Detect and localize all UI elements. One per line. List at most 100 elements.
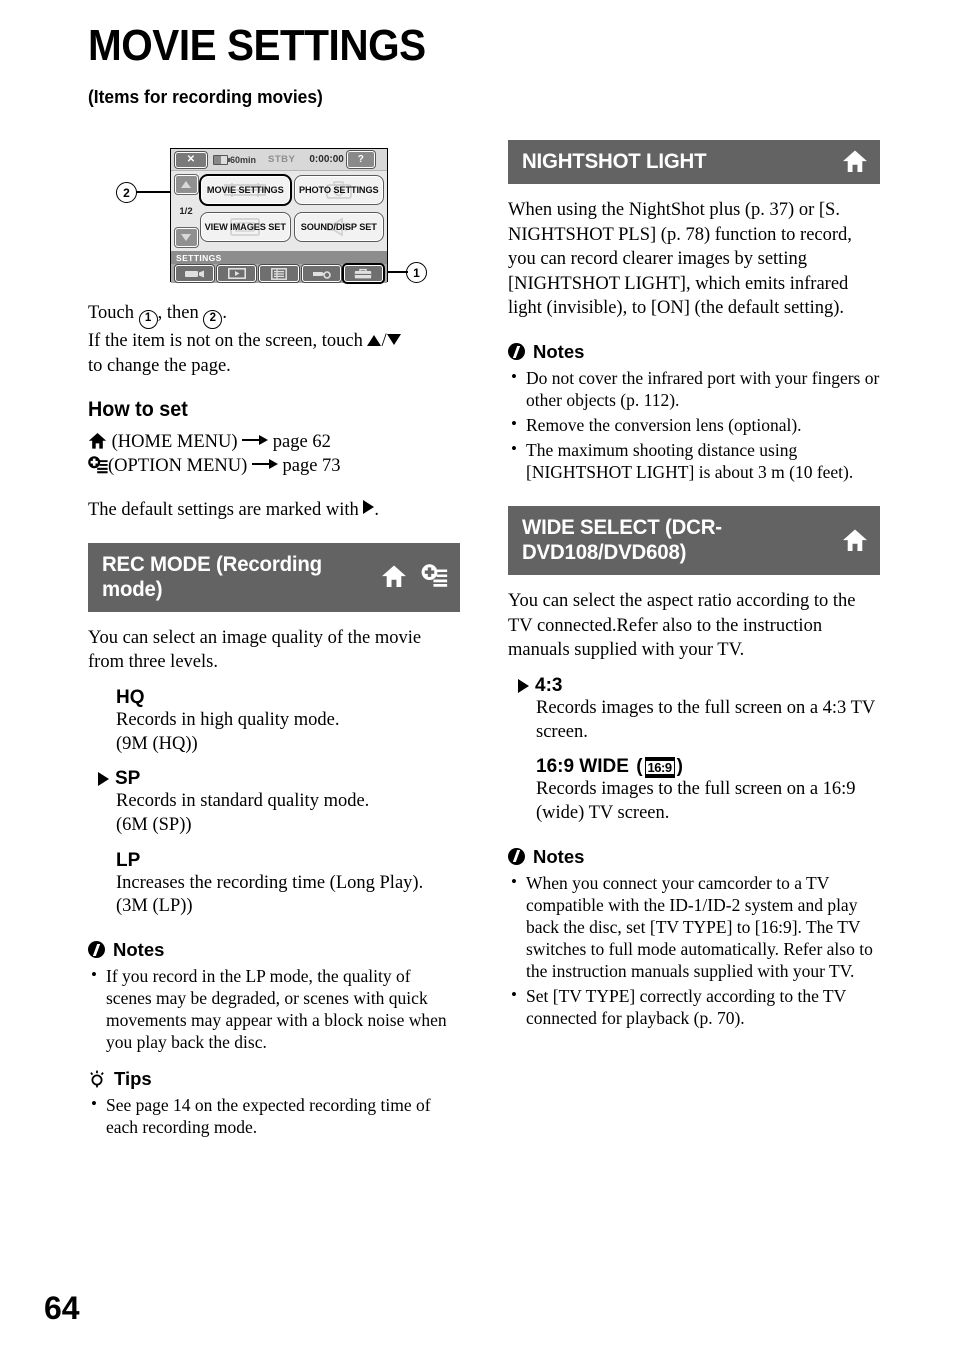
lcd-tab-camcorder[interactable] <box>175 265 215 282</box>
option-desc-hq: Records in high quality mode. (9M (HQ)) <box>116 709 340 754</box>
nightshot-light-intro: When using the NightShot plus (p. 37) or… <box>508 200 852 319</box>
home-icon <box>382 565 406 588</box>
lcd-button-view-images-set[interactable]: VIEW IMAGES SET <box>200 212 291 242</box>
notes-label: Notes <box>533 845 585 867</box>
tips-list-rec-mode: See page 14 on the expected recording ti… <box>88 1093 460 1138</box>
toolbox-settings-icon <box>355 268 372 278</box>
lcd-menu-body: 1/2 MOVIE SETTINGS PHOTO SETTINGS VIEW I… <box>171 171 387 251</box>
lcd-button-label: SOUND/DISP SET <box>300 222 377 232</box>
leader-line-two <box>136 191 172 193</box>
lcd-button-label: MOVIE SETTINGS <box>206 185 284 195</box>
intro-line1-mid: , then <box>157 303 204 323</box>
notes-heading-nightshot-light: Notes <box>508 341 880 363</box>
home-icon <box>843 529 867 551</box>
home-menu-label: (HOME MENU) <box>111 432 238 453</box>
note-item: Do not cover the infrared port with your… <box>511 366 880 411</box>
lcd-button-label: VIEW IMAGES SET <box>204 222 286 232</box>
notes-heading-wide-select: Notes <box>508 846 880 868</box>
intro-line1-end: . <box>222 303 227 323</box>
section-header-rec-mode: REC MODE (Recording mode) <box>88 542 460 612</box>
section-icons <box>830 528 868 553</box>
inline-circle-two: 2 <box>203 310 223 329</box>
manual-page: MOVIE SETTINGS (Items for recording movi… <box>0 0 954 1357</box>
battery-remaining-label: 60min <box>230 154 257 165</box>
option-desc-4-3: Records images to the full screen on a 4… <box>536 697 875 742</box>
note-item: If you record in the LP mode, the qualit… <box>91 964 460 1053</box>
note-item: Set [TV TYPE] correctly according to the… <box>511 984 880 1029</box>
section-title: NIGHTSHOT LIGHT <box>522 149 707 174</box>
tips-label: Tips <box>114 1068 152 1090</box>
option-label: 16:9 WIDE <box>536 756 629 778</box>
page-nav-column: 1/2 <box>174 175 198 247</box>
option-name-4-3: 4:3 <box>518 675 880 697</box>
lcd-button-photo-settings[interactable]: PHOTO SETTINGS <box>293 175 384 205</box>
note-item: When you connect your camcorder to a TV … <box>511 871 880 982</box>
lcd-tab-list[interactable] <box>259 265 299 282</box>
playback-icon <box>227 268 246 279</box>
camcorder-icon <box>184 270 204 277</box>
lcd-tab-settings[interactable] <box>343 265 384 282</box>
page-subtitle: (Items for recording movies) <box>88 86 323 107</box>
section-title: WIDE SELECT (DCR-DVD108/DVD608) <box>522 515 722 565</box>
others-icon <box>313 270 332 279</box>
option-label: SP <box>115 768 141 790</box>
notes-heading-rec-mode: Notes <box>88 939 460 961</box>
notes-label: Notes <box>113 938 165 960</box>
notes-list-nightshot-light: Do not cover the infrared port with your… <box>508 366 880 483</box>
section-icons <box>830 149 868 174</box>
option-desc-lp: Increases the recording time (Long Play)… <box>116 872 424 917</box>
tips-icon <box>88 1070 106 1088</box>
default-marker-icon <box>98 772 109 787</box>
camcorder-lcd-screen: ✕ 60min STBY 0:00:00 ? 1/2 MOVIE SETTING… <box>170 148 388 283</box>
intro-line1-pre: Touch <box>88 303 139 323</box>
lcd-menu-grid: MOVIE SETTINGS PHOTO SETTINGS VIEW IMAGE… <box>199 174 384 242</box>
lcd-tab-bar <box>171 264 387 283</box>
option-name-lp: LP <box>116 849 141 871</box>
lcd-button-label: PHOTO SETTINGS <box>298 185 379 195</box>
battery-indicator: 60min <box>213 154 257 165</box>
page-up-button[interactable] <box>174 175 198 194</box>
default-setting-note: The default settings are marked with . <box>88 498 460 523</box>
lcd-button-sound-disp-set[interactable]: SOUND/DISP SET <box>293 212 384 242</box>
lcd-button-movie-settings[interactable]: MOVIE SETTINGS <box>199 174 292 206</box>
option-icon <box>421 564 448 588</box>
default-note-text: The default settings are marked with <box>88 500 364 521</box>
lcd-tab-playback[interactable] <box>217 265 257 282</box>
close-button[interactable]: ✕ <box>175 151 207 168</box>
recording-mode-label: STBY <box>268 154 296 165</box>
lcd-tab-others[interactable] <box>301 265 341 282</box>
intro-line3: to change the page. <box>88 355 231 376</box>
option-menu-label: (OPTION MENU) <box>108 456 248 477</box>
option-desc-sp: Records in standard quality mode. (6M (S… <box>116 791 370 835</box>
lcd-category-label: SETTINGS <box>171 251 387 264</box>
default-note-end: . <box>374 500 379 521</box>
option-label: 4:3 <box>535 674 563 696</box>
list-icon <box>271 267 287 280</box>
how-to-set-home-line: (HOME MENU) page 62 <box>88 430 460 454</box>
notes-list-rec-mode: If you record in the LP mode, the qualit… <box>88 964 460 1053</box>
notes-label: Notes <box>533 340 585 362</box>
rec-mode-intro: You can select an image quality of the m… <box>88 627 422 673</box>
intro-paragraph: Touch 1, then 2. If the item is not on t… <box>88 301 460 378</box>
triangle-down-icon <box>386 334 401 345</box>
right-column: NIGHTSHOT LIGHT When using the NightShot… <box>508 140 880 1032</box>
help-button[interactable]: ? <box>346 151 375 168</box>
triangle-right-icon <box>363 500 375 515</box>
battery-icon <box>213 154 230 165</box>
notes-list-wide-select: When you connect your camcorder to a TV … <box>508 871 880 1029</box>
page-number: 64 <box>44 1290 80 1326</box>
tip-item: See page 14 on the expected recording ti… <box>91 1093 460 1138</box>
home-icon <box>843 150 867 173</box>
home-menu-page: page 62 <box>272 432 331 453</box>
timecode-label: 0:00:00 <box>309 154 344 165</box>
how-to-set-option-line: (OPTION MENU) page 73 <box>88 454 460 478</box>
section-header-wide-select: WIDE SELECT (DCR-DVD108/DVD608) <box>508 506 880 576</box>
widescreen-badge-icon: 16:9 <box>644 756 675 778</box>
notes-icon <box>508 848 525 866</box>
page-down-button[interactable] <box>174 228 198 247</box>
home-icon <box>88 433 107 449</box>
lcd-diagram: 2 1 ✕ 60min STBY 0:00:00 ? 1/2 MOVIE SET… <box>88 140 460 295</box>
wide-select-intro: You can select the aspect ratio accordin… <box>508 591 856 661</box>
section-header-nightshot-light: NIGHTSHOT LIGHT <box>508 140 880 184</box>
notes-icon <box>508 343 525 361</box>
